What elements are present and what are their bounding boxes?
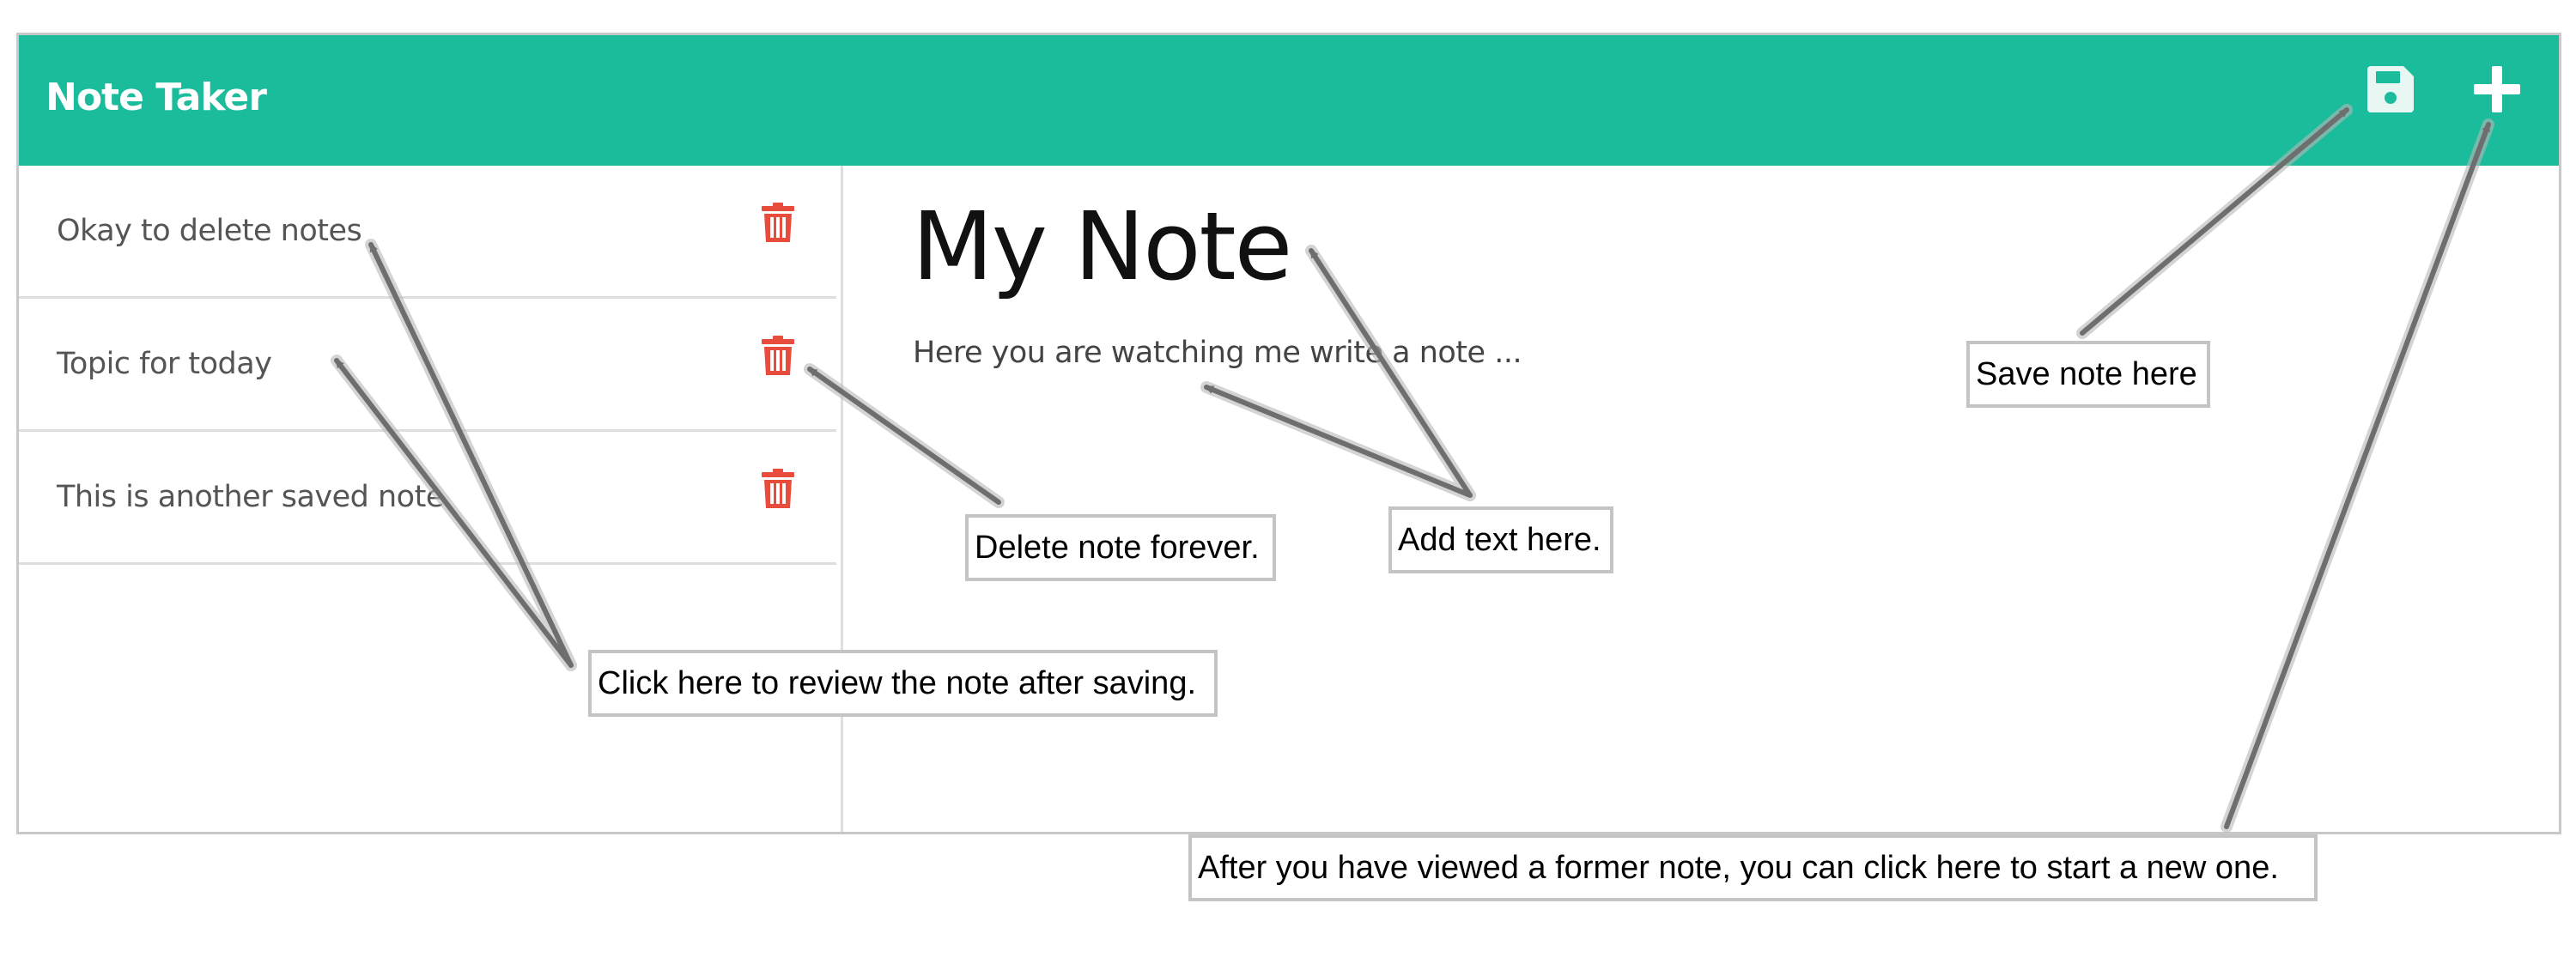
note-text-area[interactable]: Here you are watching me write a note ..…: [913, 336, 1522, 370]
note-list-item[interactable]: Topic for today: [19, 299, 836, 432]
navbar: Note Taker: [19, 35, 2559, 166]
note-list-item-title[interactable]: This is another saved note: [57, 432, 444, 563]
plus-icon[interactable]: [2472, 64, 2522, 114]
callout-new-note: After you have viewed a former note, you…: [1188, 834, 2318, 901]
note-list: Okay to delete notes Topic for today Thi…: [19, 166, 843, 832]
callout-delete-note: Delete note forever.: [965, 514, 1276, 581]
save-icon[interactable]: [2366, 64, 2415, 114]
note-list-item-title[interactable]: Okay to delete notes: [57, 166, 362, 297]
callout-add-text: Add text here.: [1388, 506, 1613, 573]
callout-save-note: Save note here: [1966, 341, 2210, 408]
note-editor: My Note Here you are watching me write a…: [843, 166, 2559, 832]
trash-icon[interactable]: [762, 336, 794, 375]
trash-icon[interactable]: [762, 203, 794, 242]
note-taker-app: Note Taker Okay to delete notes Topic fo…: [16, 33, 2561, 834]
note-list-item[interactable]: Okay to delete notes: [19, 166, 836, 299]
note-list-item[interactable]: This is another saved note: [19, 432, 836, 565]
trash-icon[interactable]: [762, 469, 794, 508]
callout-review-note: Click here to review the note after savi…: [588, 650, 1218, 717]
note-title-input[interactable]: My Note: [912, 191, 1292, 301]
note-list-item-title[interactable]: Topic for today: [57, 299, 272, 430]
app-title[interactable]: Note Taker: [46, 35, 267, 161]
